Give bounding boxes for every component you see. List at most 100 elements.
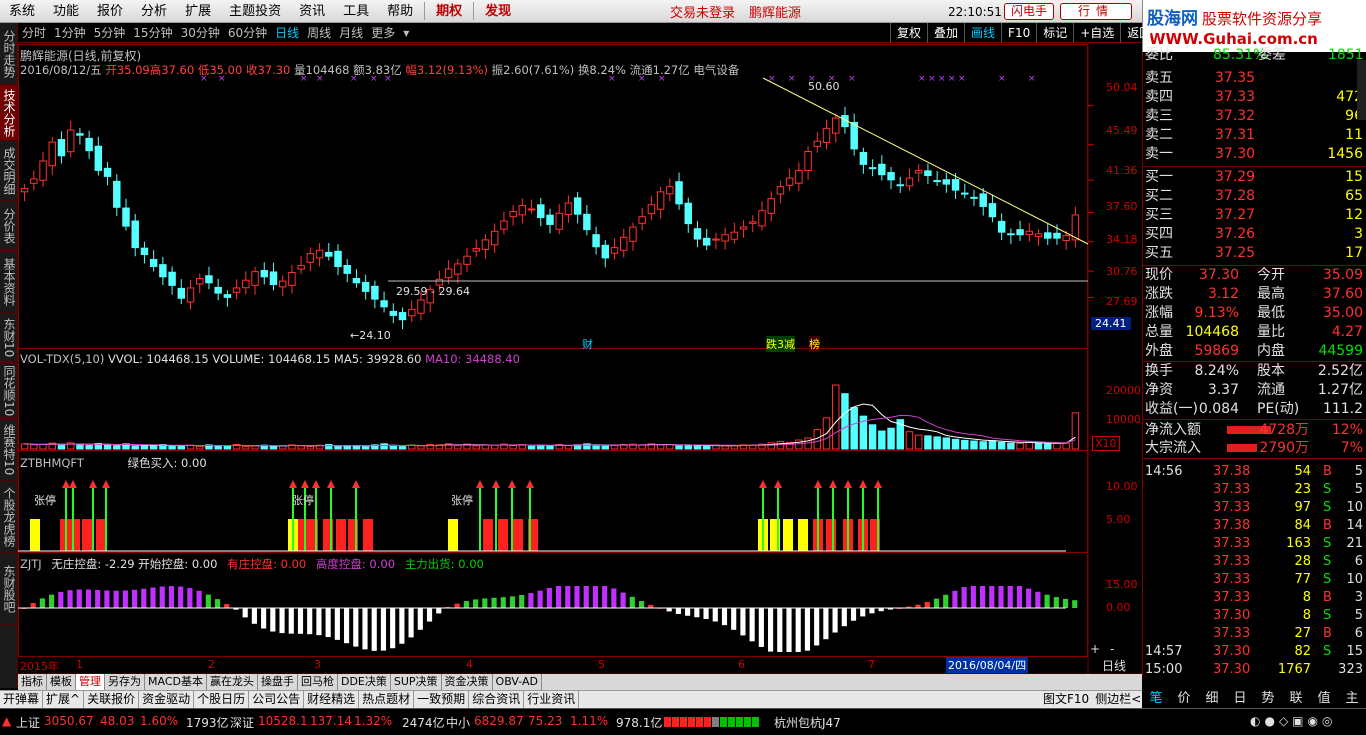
left-tab-basics[interactable]: 基本资料: [0, 251, 18, 313]
side-panel-button[interactable]: 细: [1198, 690, 1226, 708]
side-panel-button[interactable]: 势: [1254, 690, 1282, 708]
period-intraday[interactable]: 分时: [18, 24, 50, 41]
menu-item-function[interactable]: 功能: [44, 0, 88, 23]
zjtj-bar: [952, 590, 958, 608]
menu-item-analysis[interactable]: 分析: [132, 0, 176, 23]
menu-item-options[interactable]: 期权: [427, 0, 471, 23]
f10-tab[interactable]: 图文F10: [1040, 691, 1092, 708]
sz-index-label[interactable]: 深证: [230, 714, 254, 731]
period-30min[interactable]: 30分钟: [177, 24, 224, 41]
bid-level-row[interactable]: 买二 37.28 65: [1143, 187, 1366, 206]
menu-item-help[interactable]: 帮助: [378, 0, 422, 23]
info-tab[interactable]: 扩展^: [43, 691, 85, 708]
vol-indicator-name[interactable]: VOL-TDX(5,10): [20, 352, 104, 366]
zoom-controls[interactable]: +-: [1090, 642, 1124, 656]
sidebar-toggle[interactable]: 侧边栏<: [1092, 691, 1144, 708]
overlay-button[interactable]: 叠加: [927, 23, 964, 43]
indicator-tab[interactable]: OBV-AD: [493, 674, 543, 690]
ask-level-row[interactable]: 卖二 37.31 11: [1143, 126, 1366, 145]
kline-chart[interactable]: × × × × × × × × × × × × × × × × × × × × × × 鹏辉能源(日线,前复权) 2016…: [18, 44, 1142, 676]
ask-level-row[interactable]: 卖一 37.30 1456: [1143, 145, 1366, 164]
left-tab-intraday[interactable]: 分时走势: [0, 23, 18, 85]
info-tab[interactable]: 一致预期: [414, 691, 470, 708]
indicator-tab[interactable]: 操盘手: [258, 674, 298, 690]
left-tab-dragon-tiger[interactable]: 个股龙虎榜: [0, 481, 18, 553]
signal-indicator-name[interactable]: ZTBHMQFT: [20, 456, 84, 470]
ask-level-row[interactable]: 卖五 37.35: [1143, 69, 1366, 88]
info-tab[interactable]: 财经精选: [304, 691, 360, 708]
sme-index-label[interactable]: 中小: [446, 714, 470, 731]
quote-button[interactable]: 行情: [1060, 3, 1132, 20]
add-watchlist-button[interactable]: +自选: [1073, 23, 1120, 43]
indicator-tab[interactable]: 指标: [18, 674, 47, 690]
indicator-tab[interactable]: 回马枪: [298, 674, 338, 690]
side-panel-button[interactable]: 价: [1170, 690, 1198, 708]
volume-bar: [961, 439, 969, 450]
flash-trade-button[interactable]: 闪电手: [1004, 3, 1054, 20]
left-tab-technical[interactable]: 技术分析: [0, 85, 18, 141]
period-weekly[interactable]: 周线: [303, 24, 335, 41]
menu-item-system[interactable]: 系统: [0, 0, 44, 23]
period-more[interactable]: 更多: [367, 24, 399, 41]
bid-level-row[interactable]: 买三 37.27 12: [1143, 206, 1366, 225]
billboard-marker[interactable]: 榜: [809, 336, 820, 352]
left-tab-guba[interactable]: 东财股吧: [0, 553, 18, 625]
mark-button[interactable]: 标记: [1036, 23, 1073, 43]
left-tab-eastmoney[interactable]: 东财10: [0, 313, 18, 363]
info-tab[interactable]: 开弹幕: [0, 691, 44, 708]
back-button[interactable]: 返回: [1120, 23, 1157, 43]
left-tab-ths[interactable]: 同花顺10: [0, 363, 18, 419]
menu-item-discover[interactable]: 发现: [476, 0, 520, 23]
info-tab[interactable]: 综合资讯: [469, 691, 525, 708]
menu-item-tools[interactable]: 工具: [334, 0, 378, 23]
menu-item-theme-invest[interactable]: 主题投资: [220, 0, 290, 23]
info-tab[interactable]: 关联报价: [84, 691, 140, 708]
info-tab[interactable]: 热点题材: [359, 691, 415, 708]
left-tab-vst[interactable]: 维赛特10: [0, 419, 18, 481]
side-panel-button[interactable]: 笔: [1142, 690, 1170, 708]
indicator-tab[interactable]: 资金决策: [442, 674, 493, 690]
indicator-tab[interactable]: 另存为: [105, 674, 145, 690]
period-monthly[interactable]: 月线: [335, 24, 367, 41]
reduce-marker[interactable]: 跌3减: [766, 336, 795, 352]
ask-level-row[interactable]: 卖四 37.33 472: [1143, 88, 1366, 107]
period-daily[interactable]: 日线: [271, 24, 303, 41]
side-panel-button[interactable]: 日: [1226, 690, 1254, 708]
indicator-tab[interactable]: 管理: [76, 674, 105, 690]
indicator-tab[interactable]: MACD基本: [145, 674, 207, 690]
info-tab[interactable]: 公司公告: [249, 691, 305, 708]
finance-marker[interactable]: 财: [582, 336, 593, 352]
draw-line-button[interactable]: 画线: [964, 23, 1001, 43]
scrollbar[interactable]: [1357, 60, 1366, 120]
info-tab[interactable]: 个股日历: [194, 691, 250, 708]
menu-item-quote[interactable]: 报价: [88, 0, 132, 23]
bid-level-row[interactable]: 买四 37.26 3: [1143, 225, 1366, 244]
info-tab[interactable]: 资金驱动: [139, 691, 195, 708]
menu-item-extend[interactable]: 扩展: [176, 0, 220, 23]
indicator-tab[interactable]: 赢在龙头: [207, 674, 258, 690]
indicator-tab[interactable]: 模板: [47, 674, 76, 690]
f10-button[interactable]: F10: [1001, 23, 1036, 43]
period-1min[interactable]: 1分钟: [50, 24, 90, 41]
chevron-down-icon[interactable]: ▾: [399, 26, 413, 40]
zjtj-indicator-name[interactable]: ZJTJ: [20, 557, 42, 571]
info-tab[interactable]: 行业资讯: [524, 691, 580, 708]
left-tab-trades[interactable]: 成交明细: [0, 141, 18, 201]
tray-icons[interactable]: ◐●◇▣◉◎: [1250, 714, 1336, 728]
period-5min[interactable]: 5分钟: [90, 24, 130, 41]
side-panel-button[interactable]: 联: [1282, 690, 1310, 708]
indicator-tab[interactable]: SUP决策: [391, 674, 442, 690]
trade-login-status[interactable]: 交易未登录: [670, 2, 735, 21]
period-60min[interactable]: 60分钟: [224, 24, 271, 41]
adjust-button[interactable]: 复权: [890, 23, 927, 43]
side-panel-button[interactable]: 主: [1338, 690, 1366, 708]
side-panel-button[interactable]: 值: [1310, 690, 1338, 708]
sh-index-label[interactable]: 上证: [16, 714, 40, 731]
indicator-tab[interactable]: DDE决策: [338, 674, 391, 690]
menu-item-news[interactable]: 资讯: [290, 0, 334, 23]
bid-level-row[interactable]: 买一 37.29 15: [1143, 168, 1366, 187]
ask-level-row[interactable]: 卖三 37.32 96: [1143, 107, 1366, 126]
period-15min[interactable]: 15分钟: [129, 24, 176, 41]
left-tab-price-table[interactable]: 分价表: [0, 201, 18, 251]
bid-level-row[interactable]: 买五 37.25 17: [1143, 244, 1366, 263]
